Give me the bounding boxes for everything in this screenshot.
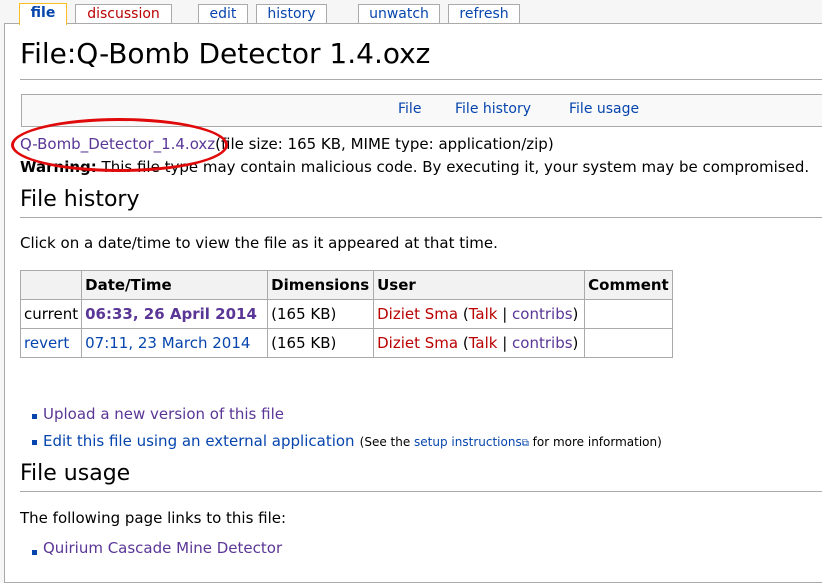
edit-note-suffix: for more information) xyxy=(528,435,662,449)
bullet-icon xyxy=(32,440,37,445)
tab-file[interactable]: file xyxy=(19,3,67,25)
column-header-datetime: Date/Time xyxy=(81,270,269,300)
bullet-icon xyxy=(32,550,37,555)
table-row: revert 07:11, 23 March 2014 (165 KB) Diz… xyxy=(19,328,674,358)
table-row: current 06:33, 26 April 2014 (165 KB) Di… xyxy=(19,299,674,329)
tab-unwatch[interactable]: unwatch xyxy=(358,4,440,23)
usage-page-link[interactable]: Quirium Cascade Mine Detector xyxy=(43,539,282,557)
page-title: File:Q-Bomb Detector 1.4.oxz xyxy=(20,37,431,70)
column-header-comment: Comment xyxy=(584,270,674,300)
row-comment xyxy=(584,299,674,329)
setup-instructions-link[interactable]: setup instructions xyxy=(414,435,522,449)
content-area: File:Q-Bomb Detector 1.4.oxz File File h… xyxy=(4,23,822,583)
file-download-link[interactable]: Q-Bomb_Detector_1.4.oxz xyxy=(20,135,215,153)
warning-text: This file type may contain malicious cod… xyxy=(96,158,810,176)
column-header-user: User xyxy=(373,270,586,300)
edit-external-link[interactable]: Edit this file using an external applica… xyxy=(43,432,355,450)
row-dimensions: (165 KB) xyxy=(267,328,375,358)
file-warning: Warning: This file type may contain mali… xyxy=(20,158,809,176)
file-info-line: Q-Bomb_Detector_1.4.oxz(file size: 165 K… xyxy=(20,135,554,153)
row-user: Diziet Sma (Talk | contribs) xyxy=(373,299,586,329)
contribs-link[interactable]: contribs xyxy=(512,305,572,323)
row-dimensions: (165 KB) xyxy=(267,299,375,329)
tab-refresh[interactable]: refresh xyxy=(448,4,520,23)
history-divider xyxy=(20,217,822,218)
revert-link[interactable]: revert xyxy=(24,334,69,352)
edit-external-item: Edit this file using an external applica… xyxy=(43,431,662,450)
page-tabs: file discussion edit history unwatch ref… xyxy=(0,0,822,25)
table-header-row: Date/Time Dimensions User Comment xyxy=(19,270,674,300)
contribs-link[interactable]: contribs xyxy=(512,334,572,352)
file-history-heading: File history xyxy=(20,187,140,212)
column-header-action xyxy=(19,270,83,300)
row-comment xyxy=(584,328,674,358)
history-intro: Click on a date/time to view the file as… xyxy=(20,234,498,252)
talk-link[interactable]: Talk xyxy=(469,334,498,352)
column-header-dimensions: Dimensions xyxy=(267,270,375,300)
user-link[interactable]: Diziet Sma xyxy=(377,334,458,352)
file-usage-heading: File usage xyxy=(20,461,131,486)
toc-file-link[interactable]: File xyxy=(398,101,421,117)
toc-file-history-link[interactable]: File history xyxy=(455,101,531,117)
datetime-link[interactable]: 07:11, 23 March 2014 xyxy=(85,334,250,352)
tab-discussion[interactable]: discussion xyxy=(75,4,172,23)
user-link[interactable]: Diziet Sma xyxy=(377,305,458,323)
talk-link[interactable]: Talk xyxy=(469,305,498,323)
upload-new-version-link[interactable]: Upload a new version of this file xyxy=(43,405,284,423)
tab-edit[interactable]: edit xyxy=(198,4,248,23)
usage-divider xyxy=(20,491,822,492)
bullet-icon xyxy=(32,414,37,419)
file-history-table: Date/Time Dimensions User Comment curren… xyxy=(19,270,674,358)
file-details: (file size: 165 KB, MIME type: applicati… xyxy=(215,135,554,153)
toc-file-usage-link[interactable]: File usage xyxy=(569,101,639,117)
file-toc: File File history File usage xyxy=(21,94,822,127)
usage-intro: The following page links to this file: xyxy=(20,509,287,527)
warning-label: Warning: xyxy=(20,158,97,176)
row-action: current xyxy=(19,299,83,329)
external-link-icon: ⧉ xyxy=(521,438,529,449)
tab-history[interactable]: history xyxy=(256,4,327,23)
edit-note-prefix: (See the xyxy=(359,435,415,449)
row-user: Diziet Sma (Talk | contribs) xyxy=(373,328,586,358)
datetime-link[interactable]: 06:33, 26 April 2014 xyxy=(85,305,257,323)
title-divider xyxy=(20,79,822,80)
